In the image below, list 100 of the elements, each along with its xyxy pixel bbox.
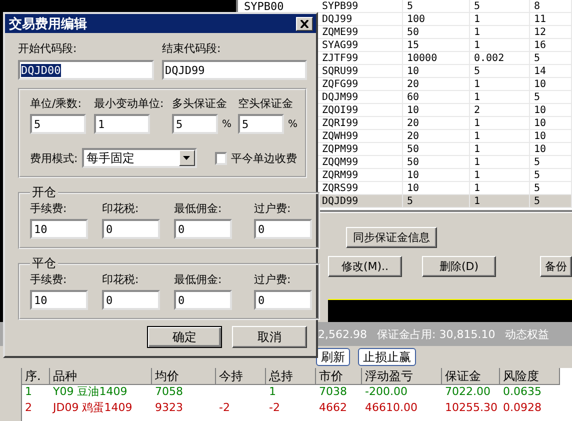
- panel-button[interactable]: 备份: [540, 256, 572, 277]
- column-header[interactable]: 浮动盈亏: [362, 368, 442, 385]
- table-cell: ZQQM99: [318, 156, 403, 169]
- table-row[interactable]: ZQFG99 20 1 10: [318, 78, 572, 91]
- input-field[interactable]: 10: [30, 290, 88, 310]
- table-cell: 5: [470, 65, 530, 78]
- table-row[interactable]: DQJM99 60 1 5: [318, 91, 572, 104]
- table-cell: 100: [403, 13, 470, 26]
- table-cell: ZQRI99: [318, 117, 403, 130]
- table-cell: 1: [470, 182, 530, 195]
- input-field[interactable]: 0: [174, 219, 232, 239]
- table-cell: SQRU99: [318, 65, 403, 78]
- toolbar-button[interactable]: 止损止赢: [358, 348, 416, 366]
- table-cell: 1: [470, 195, 530, 208]
- table-cell: 1: [470, 26, 530, 39]
- table-cell: 8: [530, 0, 572, 13]
- table-cell-text: 7038: [318, 384, 348, 400]
- field-label: 手续费:: [30, 201, 68, 216]
- column-header[interactable]: 风险度: [500, 368, 560, 385]
- field-label: 费用模式:: [30, 150, 78, 166]
- table-cell-text: 46610.00: [364, 400, 418, 416]
- panel-button[interactable]: 修改(M)..: [328, 256, 402, 277]
- table-cell: 20: [403, 130, 470, 143]
- input-field[interactable]: 5: [238, 114, 284, 134]
- table-row[interactable]: SQRU99 10 5 14: [318, 65, 572, 78]
- table-row[interactable]: SYAG99 15 1 16: [318, 39, 572, 52]
- table-row[interactable]: ZQME99 50 1 12: [318, 26, 572, 39]
- table-row[interactable]: DQJD99 5 1 5: [318, 195, 572, 208]
- table-cell: DQJM99: [318, 91, 403, 104]
- close-icon: [300, 20, 309, 28]
- table-cell: 12: [530, 26, 572, 39]
- input-field[interactable]: 0: [254, 290, 312, 310]
- column-header[interactable]: 序.: [22, 368, 50, 385]
- panel-button[interactable]: 删除(D): [422, 256, 496, 277]
- input-field[interactable]: 10: [30, 219, 88, 239]
- column-header[interactable]: 保证金: [442, 368, 500, 385]
- table-cell: SYAG99: [318, 39, 403, 52]
- table-row[interactable]: DQJ99 100 1 11: [318, 13, 572, 26]
- table-row[interactable]: ZQRI99 20 1 10: [318, 117, 572, 130]
- table-row[interactable]: ZQWH99 20 1 10: [318, 130, 572, 143]
- input-field[interactable]: 0: [102, 290, 160, 310]
- input-field[interactable]: 5: [172, 114, 218, 134]
- table-row[interactable]: ZQQM99 50 1 5: [318, 156, 572, 169]
- dialog-button[interactable]: 确定: [147, 326, 222, 348]
- table-cell: ZQWH99: [318, 130, 403, 143]
- input-field[interactable]: 0: [102, 219, 160, 239]
- field-label: 最低佣金:: [174, 272, 223, 287]
- table-cell: 0.002: [470, 52, 530, 65]
- table-cell: 5: [403, 0, 470, 13]
- table-cell: ZQFG99: [318, 78, 403, 91]
- column-header[interactable]: 市价: [316, 368, 362, 385]
- table-cell-text: 7022.00: [444, 384, 492, 400]
- table-cell: 10: [403, 182, 470, 195]
- list-item[interactable]: SYPB00: [244, 0, 318, 13]
- table-cell: ZQOI99: [318, 104, 403, 117]
- table-row[interactable]: ZQRS99 10 1 5: [318, 182, 572, 195]
- input-field[interactable]: 0: [174, 290, 232, 310]
- table-cell-text: 1: [24, 384, 33, 400]
- table-cell: 2: [470, 104, 530, 117]
- code-field[interactable]: DQJD99: [162, 60, 307, 80]
- unit-label: %: [222, 118, 232, 130]
- table-cell: 14: [530, 65, 572, 78]
- input-field[interactable]: 1: [94, 114, 150, 134]
- table-cell: 10: [530, 104, 572, 117]
- table-cell: 5: [470, 0, 530, 13]
- table-cell: 1: [470, 143, 530, 156]
- checkbox[interactable]: [214, 152, 227, 164]
- table-cell: 1: [470, 169, 530, 182]
- table-cell: 10: [530, 78, 572, 91]
- column-header[interactable]: 均价: [152, 368, 216, 385]
- code-field[interactable]: DQJD00: [18, 60, 154, 80]
- dialog-button[interactable]: 取消: [232, 326, 307, 348]
- table-row[interactable]: ZQRM99 10 1 5: [318, 169, 572, 182]
- table-row[interactable]: ZQOI99 10 2 10: [318, 104, 572, 117]
- table-row[interactable]: ZJTF99 10000 0.002 5: [318, 52, 572, 65]
- table-cell: 10000: [403, 52, 470, 65]
- input-field[interactable]: 5: [30, 114, 86, 134]
- table-cell: 5: [530, 195, 572, 208]
- input-field[interactable]: 0: [254, 219, 312, 239]
- table-cell: 50: [403, 26, 470, 39]
- status-text: 2,562.98: [318, 328, 367, 340]
- table-cell-text: 0.0928: [502, 400, 542, 416]
- table-cell: 5: [530, 169, 572, 182]
- table-cell: 10: [403, 65, 470, 78]
- table-cell: 5: [530, 52, 572, 65]
- column-header[interactable]: 总持: [266, 368, 316, 385]
- field-label: 单位/乘数:: [30, 96, 82, 111]
- column-header[interactable]: 今持: [216, 368, 266, 385]
- close-button[interactable]: [296, 16, 313, 30]
- table-cell: 1: [470, 13, 530, 26]
- table-row[interactable]: ZQPM99 50 1 10: [318, 143, 572, 156]
- table-row[interactable]: SYPB99 5 5 8: [318, 0, 572, 13]
- table-cell: 5: [530, 91, 572, 104]
- field-label: 多头保证金: [172, 96, 228, 111]
- dialog-title: 交易费用编辑: [9, 16, 87, 32]
- column-header[interactable]: 品种: [50, 368, 152, 385]
- toolbar-button[interactable]: 刷新: [316, 348, 350, 366]
- fee-mode-dropdown[interactable]: 每手固定: [82, 148, 197, 168]
- panel-button[interactable]: 同步保证金信息: [346, 227, 437, 248]
- table-cell-text: 7058: [154, 384, 184, 400]
